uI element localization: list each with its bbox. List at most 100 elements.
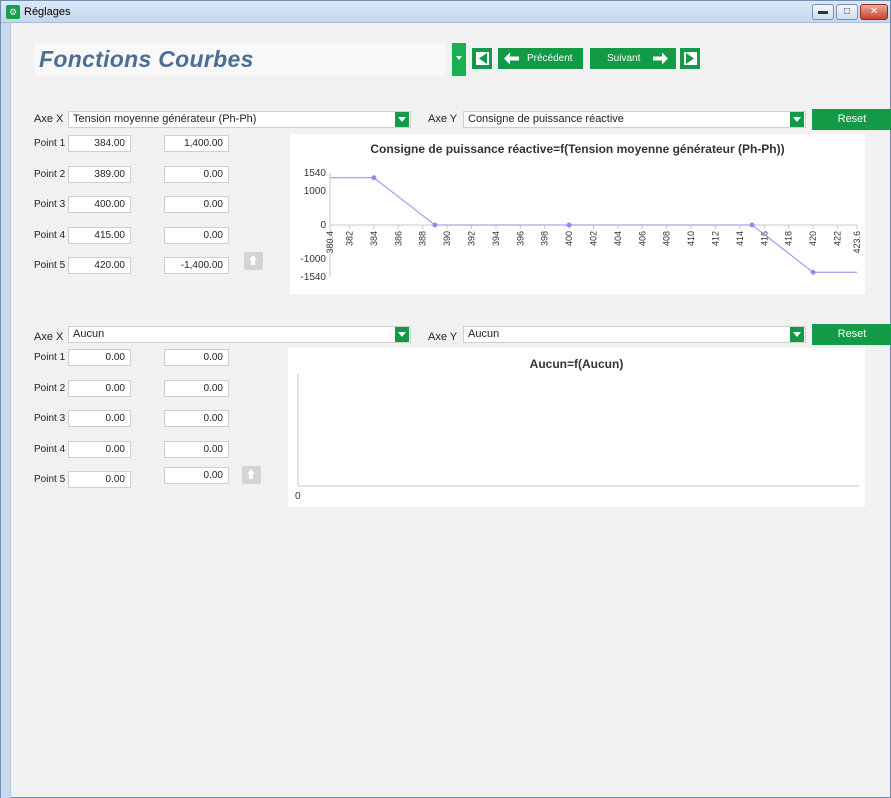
point-y-field[interactable]: 0.00	[164, 227, 229, 244]
x-tick-label: 384	[369, 231, 379, 246]
x-tick-label: 398	[540, 231, 550, 246]
point-x-field[interactable]: 0.00	[68, 349, 131, 366]
point-label: Point 5	[34, 474, 66, 485]
point-label: Point 5	[34, 260, 66, 271]
x-tick-label: 404	[613, 231, 623, 246]
point-x-field[interactable]: 420.00	[68, 257, 131, 274]
nav-dropdown-button[interactable]	[452, 43, 466, 76]
data-point	[749, 222, 755, 228]
next-label: Suivant	[607, 53, 641, 64]
data-point	[566, 222, 572, 228]
axis-y-select[interactable]: Aucun	[463, 326, 806, 343]
x-tick-label: 408	[662, 231, 672, 246]
chart-2: Aucun=f(Aucun) 0	[288, 348, 865, 507]
x-tick-label: 0	[295, 491, 301, 502]
x-tick-label: 422	[832, 231, 842, 246]
x-tick-label: 400	[564, 231, 574, 246]
chart-1: Consigne de puissance réactive=f(Tension…	[290, 134, 865, 294]
data-point	[371, 175, 377, 181]
point-label: Point 2	[34, 383, 66, 394]
chart-1-plot: 1540 1000 0 -1000 -1540 380.4 382 384 386 388 390 3…	[300, 168, 862, 283]
x-tick-label: 382	[345, 231, 355, 246]
point-y-field[interactable]: 0.00	[164, 349, 229, 366]
point-y-field[interactable]: 0.00	[164, 410, 229, 427]
page-header: Fonctions Courbes	[34, 43, 446, 76]
axis-x-value: Aucun	[73, 328, 105, 340]
point-label: Point 4	[34, 230, 66, 241]
axis-x-label: Axe X	[34, 331, 64, 343]
close-icon[interactable]: ✕	[860, 4, 888, 20]
point-y-field[interactable]: 1,400.00	[164, 135, 229, 152]
skip-first-icon	[476, 52, 489, 65]
chevron-down-icon[interactable]	[395, 327, 409, 342]
point-x-field[interactable]: 0.00	[68, 410, 131, 427]
x-tick-label: 396	[515, 231, 525, 246]
axis-x-select[interactable]: Tension moyenne générateur (Ph-Ph)	[68, 111, 411, 128]
page-title: Fonctions Courbes	[39, 46, 254, 72]
point-label: Point 1	[34, 352, 66, 363]
chevron-down-icon[interactable]	[790, 112, 804, 127]
point-y-field[interactable]: 0.00	[164, 441, 229, 458]
point-x-field[interactable]: 389.00	[68, 166, 131, 183]
x-tick-label: 402	[589, 231, 599, 246]
settings-window: ⚙ Réglages ▬ □ ✕ Fonctions Courbes Précé…	[0, 0, 891, 798]
point-label: Point 3	[34, 199, 66, 210]
arrow-left-icon	[504, 52, 519, 65]
axis-y-label: Axe Y	[428, 331, 458, 343]
previous-button[interactable]: Précédent	[498, 48, 583, 69]
y-tick-label: 1540	[304, 168, 327, 179]
x-tick-label: 418	[784, 231, 794, 246]
left-border	[1, 23, 11, 798]
first-page-button[interactable]	[472, 48, 492, 69]
axis-y-value: Aucun	[468, 328, 500, 340]
x-tick-label: 390	[442, 231, 452, 246]
point-x-field[interactable]: 0.00	[68, 380, 131, 397]
point-x-field[interactable]: 400.00	[68, 196, 131, 213]
previous-label: Précédent	[527, 53, 573, 64]
x-tick-label: 388	[418, 231, 428, 246]
point-y-field[interactable]: 0.00	[164, 196, 229, 213]
point-y-field[interactable]: 0.00	[164, 166, 229, 183]
point-y-field[interactable]: -1,400.00	[164, 257, 229, 274]
x-tick-label: 406	[637, 231, 647, 246]
last-page-button[interactable]	[680, 48, 700, 69]
chevron-down-icon[interactable]	[395, 112, 409, 127]
point-x-field[interactable]: 0.00	[68, 471, 131, 488]
axis-y-select[interactable]: Consigne de puissance réactive	[463, 111, 806, 128]
x-tick-label: 420	[808, 231, 818, 246]
reset-button[interactable]: Reset	[812, 109, 891, 130]
point-y-field[interactable]: 0.00	[164, 467, 229, 484]
arrow-right-icon	[653, 52, 668, 65]
data-point	[810, 269, 816, 275]
x-tick-label: 410	[686, 231, 696, 246]
reset-button[interactable]: Reset	[812, 324, 891, 345]
y-tick-label: -1000	[300, 254, 326, 265]
y-tick-label: 0	[320, 220, 326, 231]
point-label: Point 2	[34, 169, 66, 180]
axis-y-label: Axe Y	[428, 113, 458, 125]
app-icon: ⚙	[6, 5, 20, 19]
chevron-down-icon[interactable]	[790, 327, 804, 342]
x-tick-label: 380.4	[325, 231, 335, 254]
x-tick-label: 423.6	[852, 231, 862, 254]
x-tick-label: 386	[393, 231, 403, 246]
x-tick-label: 416	[759, 231, 769, 246]
axis-x-label: Axe X	[34, 113, 64, 125]
x-tick-label: 414	[735, 231, 745, 246]
upload-icon[interactable]	[244, 252, 263, 270]
minimize-icon[interactable]: ▬	[812, 4, 834, 20]
point-x-field[interactable]: 0.00	[68, 441, 131, 458]
point-y-field[interactable]: 0.00	[164, 380, 229, 397]
upload-icon[interactable]	[242, 466, 261, 484]
axis-x-select[interactable]: Aucun	[68, 326, 411, 343]
chart-2-plot: 0	[295, 374, 859, 502]
point-label: Point 1	[34, 138, 66, 149]
maximize-icon[interactable]: □	[836, 4, 858, 20]
next-button[interactable]: Suivant	[590, 48, 676, 69]
point-x-field[interactable]: 384.00	[68, 135, 131, 152]
point-label: Point 3	[34, 413, 66, 424]
skip-last-icon	[684, 52, 697, 65]
point-x-field[interactable]: 415.00	[68, 227, 131, 244]
title-bar: ⚙ Réglages ▬ □ ✕	[1, 1, 890, 23]
axis-x-value: Tension moyenne générateur (Ph-Ph)	[73, 113, 257, 125]
